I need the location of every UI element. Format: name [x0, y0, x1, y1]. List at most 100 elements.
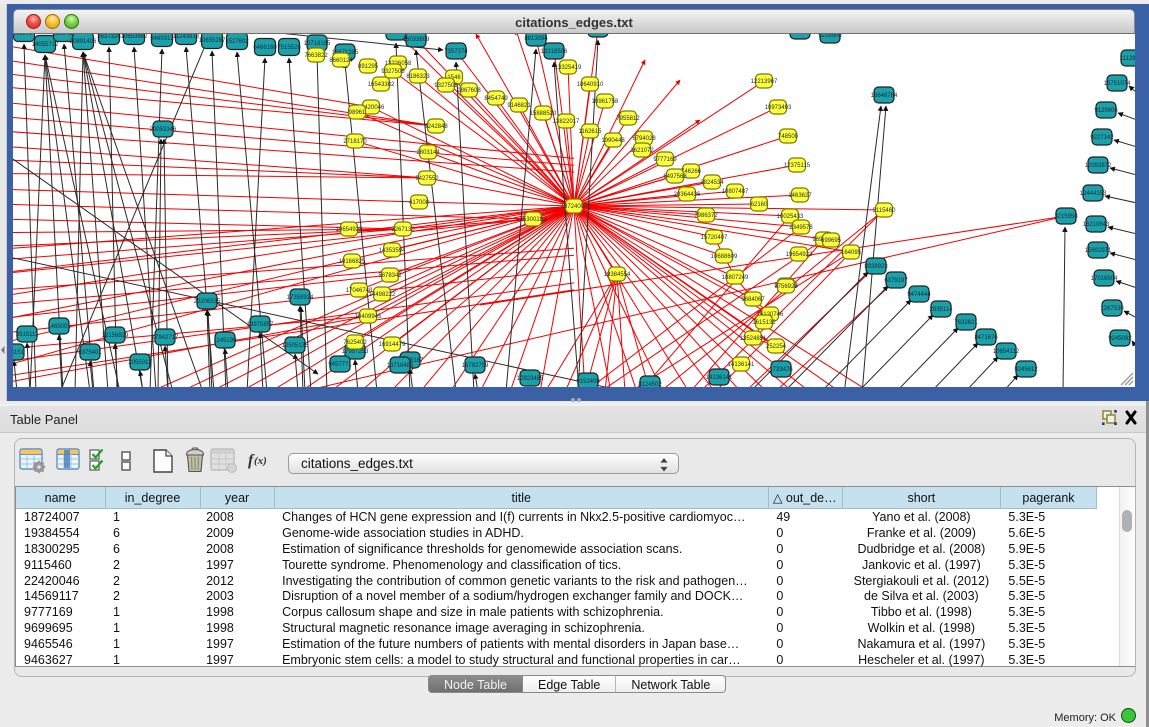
svg-text:12505135: 12505135 [282, 343, 309, 349]
svg-text:10688609: 10688609 [711, 254, 738, 260]
svg-text:16210643: 16210643 [1083, 222, 1110, 228]
svg-text:10853962: 10853962 [121, 34, 148, 40]
svg-text:19654923: 19654923 [336, 227, 363, 233]
svg-text:7986372: 7986372 [694, 213, 718, 219]
svg-text:16543382: 16543382 [368, 82, 395, 88]
svg-text:164095: 164095 [841, 250, 862, 256]
svg-text:12093872: 12093872 [1085, 163, 1112, 169]
svg-text:252254: 252254 [766, 344, 787, 350]
svg-text:12444153: 12444153 [1080, 191, 1107, 197]
svg-text:9684067: 9684067 [741, 297, 765, 303]
svg-text:15300283: 15300283 [520, 217, 547, 223]
svg-text:9756928: 9756928 [774, 284, 798, 290]
svg-text:1527602: 1527602 [225, 39, 249, 45]
svg-text:20053346: 20053346 [150, 127, 177, 133]
svg-text:1112874: 1112874 [1120, 56, 1135, 62]
svg-text:17942717: 17942717 [152, 335, 179, 341]
svg-text:8660124: 8660124 [329, 58, 353, 64]
svg-text:15692971: 15692971 [1085, 248, 1112, 254]
svg-text:15720407: 15720407 [701, 235, 728, 241]
svg-text:13716485: 13716485 [387, 363, 414, 369]
svg-text:1162615: 1162615 [579, 129, 603, 135]
svg-text:9152408: 9152408 [576, 379, 600, 385]
svg-text:19654923: 19654923 [786, 252, 813, 258]
svg-text:18807249: 18807249 [722, 275, 749, 281]
svg-text:2055013: 2055013 [128, 360, 152, 366]
svg-text:891295: 891295 [358, 64, 379, 70]
svg-text:6466160: 6466160 [253, 45, 277, 51]
svg-text:3915111: 3915111 [16, 332, 39, 338]
svg-text:98961: 98961 [349, 110, 366, 116]
svg-text:17359924: 17359924 [287, 295, 314, 301]
svg-text:62160: 62160 [751, 202, 768, 208]
svg-text:7955812: 7955812 [616, 116, 640, 122]
svg-text:12923485: 12923485 [517, 376, 544, 382]
svg-text:10654112: 10654112 [993, 349, 1020, 355]
svg-text:699695: 699695 [821, 238, 842, 244]
svg-text:7632621: 7632621 [954, 320, 978, 326]
svg-text:9460312: 9460312 [150, 36, 174, 42]
svg-text:417008: 417008 [409, 200, 430, 206]
svg-text:12375115: 12375115 [784, 163, 811, 169]
svg-text:14498222: 14498222 [369, 292, 396, 298]
svg-text:7625402: 7625402 [343, 340, 367, 346]
svg-text:3267130: 3267130 [391, 227, 415, 233]
svg-text:994151: 994151 [13, 350, 25, 356]
svg-text:10719185: 10719185 [304, 41, 331, 47]
svg-text:3824534: 3824534 [700, 180, 724, 186]
svg-text:7663822: 7663822 [304, 53, 328, 59]
svg-text:13524851: 13524851 [740, 336, 767, 342]
svg-text:10655287: 10655287 [199, 38, 226, 44]
svg-text:18409945: 18409945 [355, 314, 382, 320]
svg-text:17957253: 17957253 [342, 349, 369, 355]
svg-text:19975857: 19975857 [247, 322, 274, 328]
svg-text:5878342: 5878342 [378, 273, 402, 279]
svg-text:2055724: 2055724 [13, 34, 36, 37]
svg-text:9115460: 9115460 [873, 208, 897, 214]
svg-text:16648784: 16648784 [871, 93, 898, 99]
svg-text:9777169: 9777169 [653, 157, 677, 163]
svg-text:9427552: 9427552 [415, 176, 439, 182]
svg-text:20364436: 20364436 [674, 192, 701, 198]
svg-text:13822017: 13822017 [553, 119, 580, 125]
svg-text:1733426: 1733426 [769, 367, 793, 373]
svg-text:12156829: 12156829 [102, 333, 129, 339]
svg-text:8938923: 8938923 [864, 264, 888, 270]
svg-text:8454749: 8454749 [484, 96, 508, 102]
svg-text:8813054: 8813054 [524, 36, 548, 42]
svg-text:17016504: 17016504 [1091, 276, 1118, 282]
svg-text:8471676: 8471676 [974, 335, 998, 341]
svg-text:9227342: 9227342 [1090, 135, 1114, 141]
svg-text:748500: 748500 [778, 134, 799, 140]
svg-text:15751074: 15751074 [1104, 81, 1131, 87]
svg-text:6794028: 6794028 [632, 136, 656, 142]
svg-text:8124502: 8124502 [638, 382, 662, 387]
svg-text:20206535: 20206535 [194, 299, 221, 305]
svg-text:14353594: 14353594 [379, 248, 406, 254]
svg-text:2803144: 2803144 [416, 150, 440, 156]
svg-text:8186323: 8186323 [406, 74, 430, 80]
svg-text:1145190: 1145190 [214, 338, 238, 344]
svg-text:2935114: 2935114 [930, 307, 954, 313]
svg-text:9457771: 9457771 [328, 362, 352, 368]
svg-text:13218506: 13218506 [541, 49, 568, 55]
svg-text:13325419: 13325419 [555, 65, 582, 71]
svg-text:9242848: 9242848 [424, 124, 448, 130]
svg-text:1463627: 1463627 [788, 193, 812, 199]
svg-text:9218506: 9218506 [818, 34, 842, 39]
svg-text:16782759: 16782759 [462, 363, 489, 369]
svg-text:7357274: 7357274 [444, 49, 468, 55]
svg-text:1465001: 1465001 [47, 324, 71, 330]
svg-text:10807487: 10807487 [722, 189, 749, 195]
svg-text:3215958: 3215958 [1054, 214, 1078, 220]
svg-text:8375401: 8375401 [78, 350, 102, 356]
svg-text:10973493: 10973493 [765, 105, 792, 111]
svg-text:19166825: 19166825 [339, 259, 366, 265]
svg-text:14136141: 14136141 [706, 375, 733, 381]
svg-text:9245092: 9245092 [1108, 336, 1132, 342]
svg-text:9129906: 9129906 [1094, 108, 1118, 114]
svg-text:20891406: 20891406 [70, 39, 97, 45]
svg-text:9245612: 9245612 [1014, 367, 1038, 373]
svg-text:10025433: 10025433 [777, 214, 804, 220]
svg-text:2867608: 2867608 [457, 88, 481, 94]
